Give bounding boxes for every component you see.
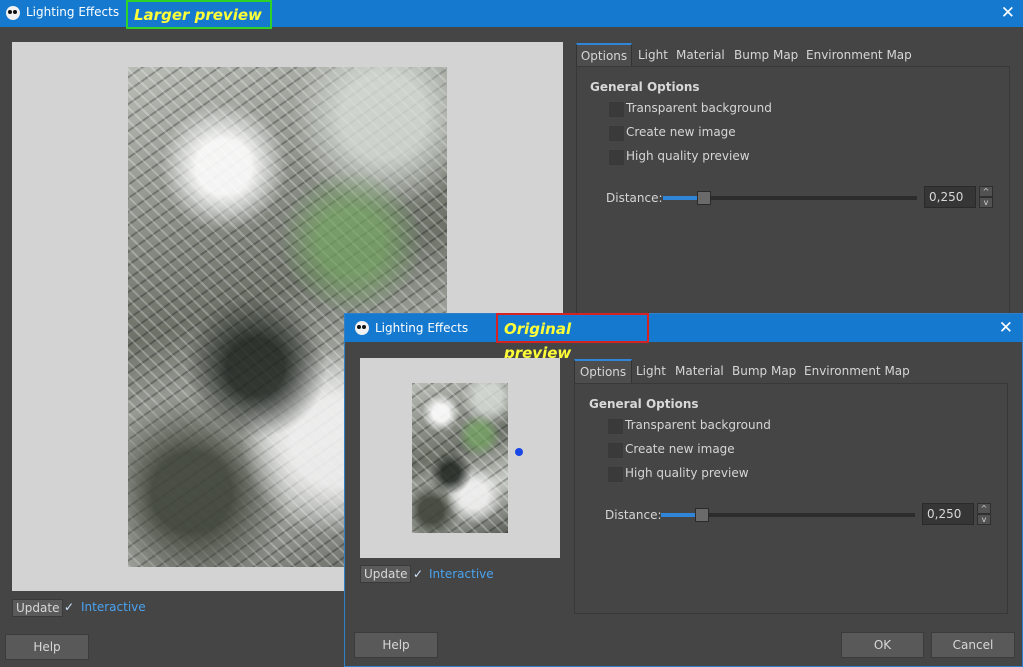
tab-material[interactable]: Material: [676, 43, 725, 67]
transparent-background-checkbox[interactable]: [608, 419, 623, 434]
tab-material[interactable]: Material: [675, 359, 724, 383]
interactive-checkbox[interactable]: ✓: [64, 600, 74, 614]
options-panel: General Options Transparent background C…: [576, 66, 1010, 326]
tab-bar: Options Light Material Bump Map Environm…: [576, 43, 916, 67]
create-new-image-checkbox[interactable]: [609, 126, 624, 141]
gimp-icon: [6, 6, 20, 20]
interactive-checkbox[interactable]: ✓: [413, 567, 423, 581]
transparent-background-label: Transparent background: [626, 101, 772, 115]
window-title: Lighting Effects: [26, 5, 120, 19]
distance-decrement-button[interactable]: v: [977, 514, 991, 525]
high-quality-preview-label: High quality preview: [626, 149, 750, 163]
high-quality-preview-checkbox[interactable]: [608, 467, 623, 482]
close-icon[interactable]: ✕: [1001, 3, 1015, 23]
distance-decrement-button[interactable]: v: [979, 197, 993, 208]
create-new-image-checkbox[interactable]: [608, 443, 623, 458]
distance-label: Distance:: [606, 191, 663, 205]
window-title: Lighting Effects: [375, 321, 469, 335]
general-options-title: General Options: [590, 80, 700, 94]
distance-slider-fill: [661, 513, 697, 517]
distance-slider-handle[interactable]: [695, 508, 709, 522]
distance-value-field[interactable]: 0,250: [924, 186, 976, 208]
help-button[interactable]: Help: [354, 632, 438, 658]
tab-light[interactable]: Light: [638, 43, 668, 67]
transparent-background-label: Transparent background: [625, 418, 771, 432]
high-quality-preview-label: High quality preview: [625, 466, 749, 480]
distance-increment-button[interactable]: ^: [979, 186, 993, 197]
original-preview-callout: Original preview: [496, 313, 649, 362]
create-new-image-label: Create new image: [626, 125, 736, 139]
help-button[interactable]: Help: [5, 634, 89, 660]
tab-bar: Options Light Material Bump Map Environm…: [574, 359, 914, 383]
tab-bump-map[interactable]: Bump Map: [734, 43, 798, 67]
distance-slider[interactable]: [661, 508, 915, 522]
distance-slider-fill: [663, 196, 699, 200]
tab-environment-map[interactable]: Environment Map: [806, 43, 912, 67]
tab-light[interactable]: Light: [636, 359, 666, 383]
distance-value-field[interactable]: 0,250: [922, 503, 974, 525]
lighting-effects-dialog-front: Lighting Effects ✕ Original preview Upda…: [344, 313, 1023, 667]
distance-slider-handle[interactable]: [697, 191, 711, 205]
preview-image: [412, 383, 508, 533]
options-panel: General Options Transparent background C…: [574, 383, 1008, 614]
close-icon[interactable]: ✕: [999, 318, 1013, 338]
interactive-label: Interactive: [429, 567, 494, 581]
tab-options[interactable]: Options: [576, 43, 632, 67]
ok-button[interactable]: OK: [841, 632, 924, 658]
update-button[interactable]: Update: [360, 565, 412, 583]
interactive-label: Interactive: [81, 600, 146, 614]
cancel-button[interactable]: Cancel: [931, 632, 1015, 658]
transparent-background-checkbox[interactable]: [609, 102, 624, 117]
tab-bump-map[interactable]: Bump Map: [732, 359, 796, 383]
title-bar[interactable]: Lighting Effects ✕: [345, 314, 1022, 342]
high-quality-preview-checkbox[interactable]: [609, 150, 624, 165]
light-position-handle[interactable]: [515, 448, 523, 456]
update-button[interactable]: Update: [12, 599, 64, 617]
create-new-image-label: Create new image: [625, 442, 735, 456]
general-options-title: General Options: [589, 397, 699, 411]
distance-increment-button[interactable]: ^: [977, 503, 991, 514]
larger-preview-callout: Larger preview: [126, 0, 272, 29]
distance-slider[interactable]: [663, 191, 917, 205]
preview-area[interactable]: [360, 358, 560, 558]
gimp-icon: [355, 321, 369, 335]
tab-options[interactable]: Options: [574, 359, 632, 383]
distance-label: Distance:: [605, 508, 662, 522]
tab-environment-map[interactable]: Environment Map: [804, 359, 910, 383]
